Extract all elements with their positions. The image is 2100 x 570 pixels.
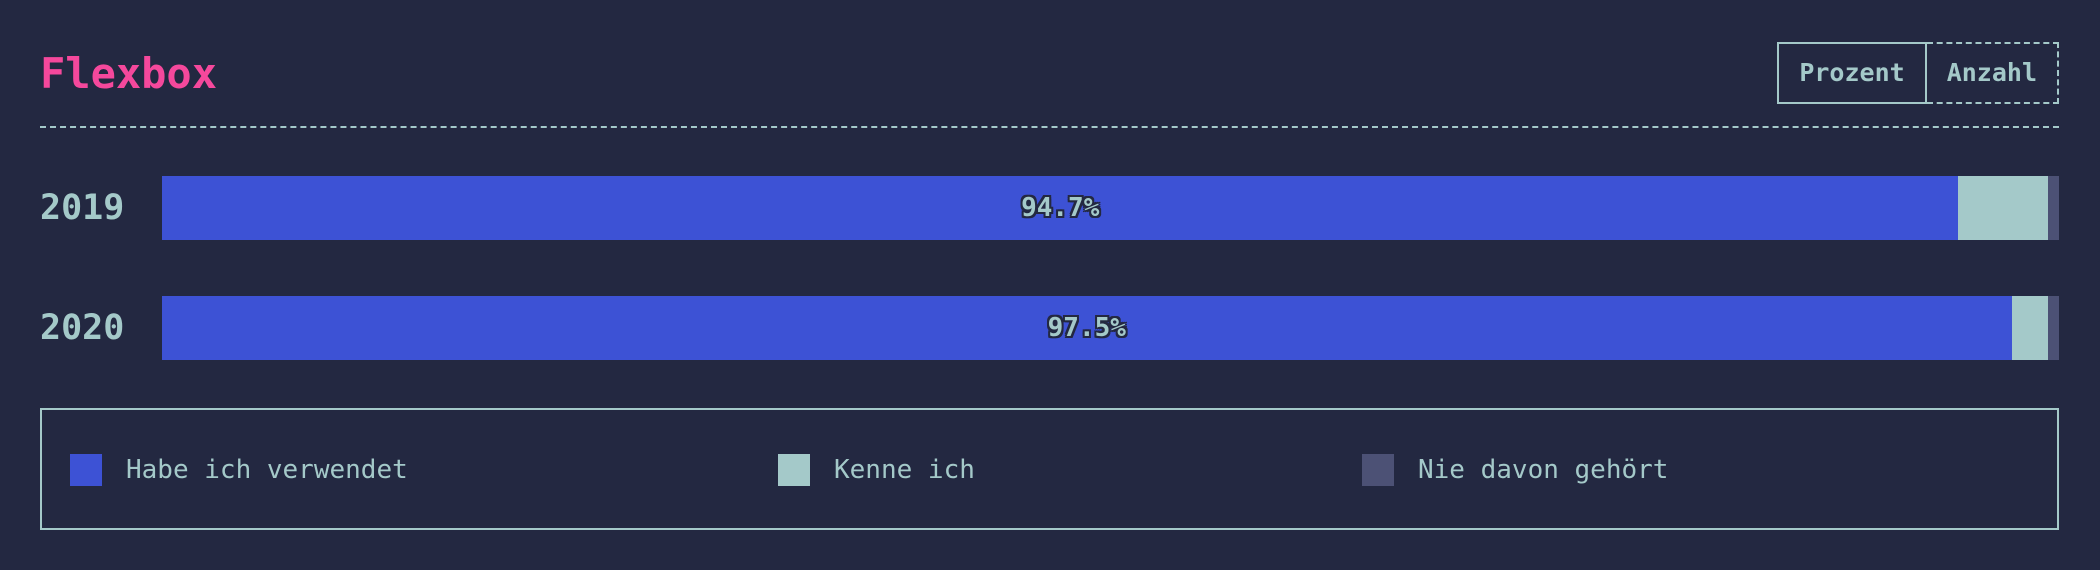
legend: Habe ich verwendet Kenne ich Nie davon g… bbox=[40, 408, 2059, 530]
percent-toggle-button[interactable]: Prozent bbox=[1777, 42, 1927, 104]
bar-segment-never-heard bbox=[2047, 176, 2059, 240]
legend-item-know[interactable]: Kenne ich bbox=[778, 454, 975, 486]
stacked-bar: 97.5% bbox=[162, 296, 2059, 360]
legend-label: Kenne ich bbox=[834, 455, 975, 485]
legend-swatch bbox=[70, 454, 102, 486]
chart-block: Flexbox Prozent Anzahl 2019 94.7% 2020 9… bbox=[40, 0, 2059, 570]
legend-item-never-heard[interactable]: Nie davon gehört bbox=[1362, 454, 1668, 486]
bar-data-label: 94.7% bbox=[1021, 193, 1100, 223]
stacked-bar: 94.7% bbox=[162, 176, 2059, 240]
bar-segment-know bbox=[2011, 296, 2048, 360]
legend-label: Nie davon gehört bbox=[1418, 455, 1669, 485]
legend-swatch bbox=[1362, 454, 1394, 486]
category-label: 2020 bbox=[40, 308, 125, 348]
legend-swatch bbox=[778, 454, 810, 486]
bar-segment-know bbox=[1958, 176, 2048, 240]
legend-label: Habe ich verwendet bbox=[126, 455, 408, 485]
bar-data-label: 97.5% bbox=[1047, 313, 1126, 343]
unit-toggle: Prozent Anzahl bbox=[1777, 42, 2059, 104]
bar-row-2019: 2019 94.7% bbox=[40, 176, 2059, 240]
category-label: 2019 bbox=[40, 188, 125, 228]
chart-title: Flexbox bbox=[40, 49, 218, 98]
bar-segment-never-heard bbox=[2047, 296, 2059, 360]
count-toggle-button[interactable]: Anzahl bbox=[1926, 42, 2059, 104]
title-divider bbox=[40, 126, 2059, 128]
legend-item-used[interactable]: Habe ich verwendet bbox=[70, 454, 408, 486]
bar-row-2020: 2020 97.5% bbox=[40, 296, 2059, 360]
